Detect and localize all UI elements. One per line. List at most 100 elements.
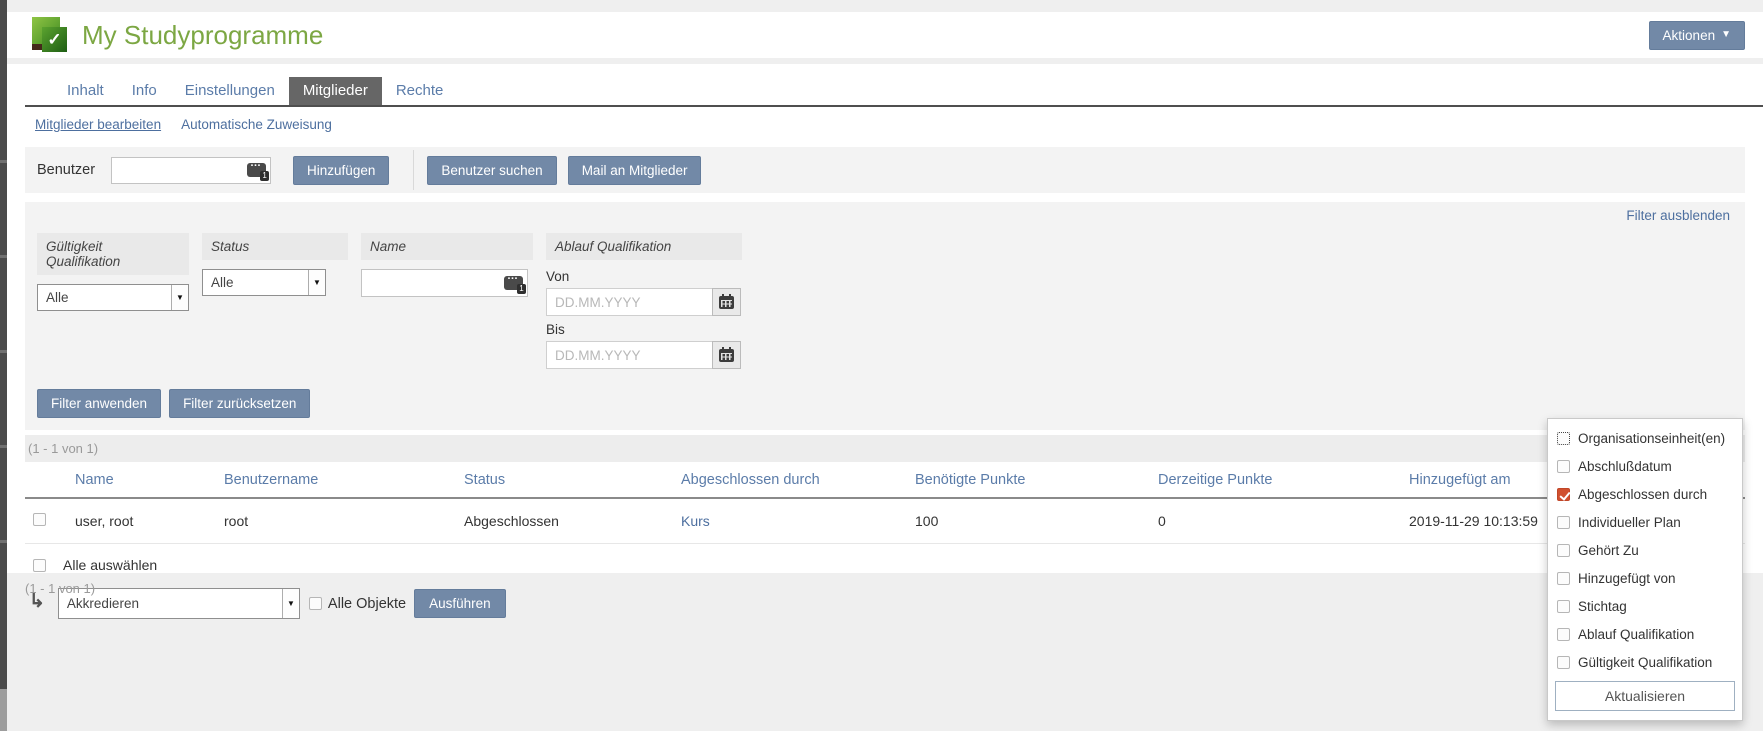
all-objects-checkbox[interactable] (309, 597, 322, 610)
all-objects-label: Alle Objekte (328, 596, 406, 612)
studyprogramme-icon: ✓ (32, 17, 68, 53)
menu-item-label: Hinzugefügt von (1578, 571, 1676, 586)
content: Benutzer Hinzufügen Benutzer suchen Mail… (7, 141, 1763, 629)
table-toolbar: (1 - 1 von 1) Spalten ▼ (25, 435, 1745, 462)
menu-checkbox[interactable] (1557, 656, 1570, 669)
subnav-mitglieder-bearbeiten[interactable]: Mitglieder bearbeiten (35, 117, 161, 132)
menu-checkbox[interactable] (1557, 628, 1570, 641)
tab-mitglieder[interactable]: Mitglieder (289, 77, 382, 105)
menu-item-ablauf-qualifikation[interactable]: Ablauf Qualifikation (1548, 620, 1742, 648)
von-date-input[interactable] (546, 288, 713, 316)
cell-status: Abgeschlossen (456, 498, 673, 544)
col-header-abgeschlossen-durch[interactable]: Abgeschlossen durch (673, 462, 907, 498)
filter-status-label: Status (202, 233, 348, 260)
col-header-benoetigte-punkte[interactable]: Benötigte Punkte (907, 462, 1150, 498)
tab-inhalt[interactable]: Inhalt (53, 77, 118, 105)
subnav: Mitglieder bearbeiten Automatische Zuwei… (7, 107, 1763, 141)
filter-group-ablauf: Ablauf Qualifikation Von Bis (546, 233, 742, 375)
mail-members-button[interactable]: Mail an Mitglieder (568, 156, 702, 185)
row-checkbox[interactable] (33, 513, 46, 526)
menu-checkbox[interactable] (1557, 572, 1570, 585)
name-autocomplete-icon[interactable] (504, 276, 523, 290)
select-arrow-icon: ▼ (308, 270, 325, 295)
menu-item-abschlussdatum[interactable]: Abschlußdatum (1548, 452, 1742, 480)
von-calendar-button[interactable] (712, 288, 741, 316)
result-count: (1 - 1 von 1) (28, 441, 98, 456)
menu-checkbox[interactable] (1557, 516, 1570, 529)
menu-item-label: Stichtag (1578, 599, 1627, 614)
select-arrow-icon: ▼ (171, 285, 188, 310)
menu-item-stichtag[interactable]: Stichtag (1548, 592, 1742, 620)
bis-label: Bis (546, 322, 742, 337)
bis-date-input[interactable] (546, 341, 713, 369)
menu-item-hinzugefuegt-von[interactable]: Hinzugefügt von (1548, 564, 1742, 592)
tab-einstellungen[interactable]: Einstellungen (171, 77, 289, 105)
members-table: Name Benutzername Status Abgeschlossen d… (25, 462, 1745, 544)
calendar-icon (719, 296, 734, 309)
filter-group-status: Status Alle ▼ (202, 233, 348, 296)
tab-info[interactable]: Info (118, 77, 171, 105)
main-card: Inhalt Info Einstellungen Mitglieder Rec… (7, 64, 1763, 573)
menu-checkbox[interactable] (1557, 600, 1570, 613)
cell-required-points: 100 (907, 498, 1150, 544)
subnav-automatische-zuweisung[interactable]: Automatische Zuweisung (181, 117, 332, 132)
menu-item-label: Organisationseinheit(en) (1578, 431, 1725, 446)
bis-calendar-button[interactable] (712, 341, 741, 369)
gueltigkeit-select-value: Alle (38, 285, 171, 310)
table-header-row: Name Benutzername Status Abgeschlossen d… (25, 462, 1745, 498)
hide-filter-link[interactable]: Filter ausblenden (1626, 208, 1730, 223)
name-filter-input[interactable] (361, 269, 528, 297)
menu-checkbox[interactable] (1557, 460, 1570, 473)
select-all-checkbox[interactable] (33, 559, 46, 572)
select-all-label: Alle auswählen (63, 557, 157, 573)
divider (413, 150, 414, 190)
col-header-benutzername[interactable]: Benutzername (216, 462, 456, 498)
col-header-status[interactable]: Status (456, 462, 673, 498)
menu-item-organisationseinheit[interactable]: Organisationseinheit(en) (1548, 424, 1742, 452)
page-title: My Studyprogramme (82, 20, 1649, 51)
col-header-derzeitige-punkte[interactable]: Derzeitige Punkte (1150, 462, 1401, 498)
benutzer-label: Benutzer (37, 162, 95, 178)
tab-rechte[interactable]: Rechte (382, 77, 458, 105)
status-select[interactable]: Alle ▼ (202, 269, 326, 296)
execute-button[interactable]: Ausführen (414, 589, 506, 618)
filter-panel: Filter ausblenden Gültigkeit Qualifikati… (25, 202, 1745, 430)
search-users-button[interactable]: Benutzer suchen (427, 156, 556, 185)
bulk-action-row: ↳ Akkredieren ▼ Alle Objekte Ausführen (25, 585, 1745, 629)
filter-group-gueltigkeit: Gültigkeit Qualifikation Alle ▼ (37, 233, 189, 311)
menu-item-label: Abgeschlossen durch (1578, 487, 1707, 502)
gueltigkeit-select[interactable]: Alle ▼ (37, 284, 189, 311)
filter-gueltigkeit-label: Gültigkeit Qualifikation (37, 233, 189, 275)
update-columns-button[interactable]: Aktualisieren (1555, 681, 1735, 711)
course-header: ✓ My Studyprogramme Aktionen ▼ (7, 12, 1763, 58)
header-checkbox-col (25, 462, 67, 498)
menu-item-label: Gültigkeit Qualifikation (1578, 655, 1712, 670)
cell-name: user, root (67, 498, 216, 544)
menu-item-gueltigkeit-qualifikation[interactable]: Gültigkeit Qualifikation (1548, 648, 1742, 676)
menu-item-label: Individueller Plan (1578, 515, 1681, 530)
apply-filter-button[interactable]: Filter anwenden (37, 389, 161, 418)
add-user-button[interactable]: Hinzufügen (293, 156, 389, 185)
window-edge-strip (0, 0, 7, 731)
menu-item-individueller-plan[interactable]: Individueller Plan (1548, 508, 1742, 536)
select-all-row: Alle auswählen (25, 544, 1745, 585)
completed-by-link[interactable]: Kurs (681, 513, 710, 529)
menu-item-label: Gehört Zu (1578, 543, 1639, 558)
add-user-panel: Benutzer Hinzufügen Benutzer suchen Mail… (25, 147, 1745, 193)
menu-item-gehoert-zu[interactable]: Gehört Zu (1548, 536, 1742, 564)
col-header-name[interactable]: Name (67, 462, 216, 498)
menu-checkbox[interactable] (1557, 432, 1570, 445)
actions-button[interactable]: Aktionen ▼ (1649, 21, 1745, 50)
menu-checkbox[interactable] (1557, 544, 1570, 557)
menu-item-label: Abschlußdatum (1578, 459, 1672, 474)
tabbar: Inhalt Info Einstellungen Mitglieder Rec… (25, 64, 1763, 107)
name-autocomplete-icon[interactable] (247, 163, 266, 177)
benutzer-input-wrap (111, 157, 271, 184)
result-count-bottom: (1 - 1 von 1) (25, 581, 95, 596)
menu-item-label: Ablauf Qualifikation (1578, 627, 1694, 642)
actions-button-label: Aktionen (1663, 28, 1716, 43)
menu-item-abgeschlossen-durch[interactable]: Abgeschlossen durch (1548, 480, 1742, 508)
menu-checkbox[interactable] (1557, 488, 1570, 501)
reset-filter-button[interactable]: Filter zurücksetzen (169, 389, 310, 418)
select-arrow-icon: ▼ (282, 589, 299, 618)
